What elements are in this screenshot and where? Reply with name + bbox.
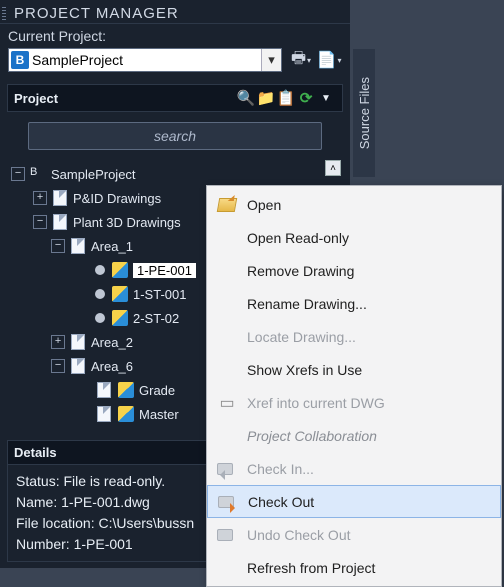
undo-checkout-icon: [207, 526, 247, 544]
panel-grip[interactable]: [2, 7, 6, 21]
menu-locate-drawing: Locate Drawing...: [207, 320, 501, 353]
file-icon: [69, 357, 87, 375]
checkout-icon: [208, 493, 248, 511]
tree-label: Master: [139, 407, 179, 422]
search-icon[interactable]: 🔍: [236, 89, 256, 107]
menu-section-collab: Project Collaboration: [207, 419, 501, 452]
tree-label: Area_1: [91, 239, 133, 254]
tree-label: P&ID Drawings: [73, 191, 161, 206]
project-icon: B: [29, 165, 47, 183]
chevron-down-icon[interactable]: ▾: [261, 49, 281, 71]
menu-check-in: Check In...: [207, 452, 501, 485]
menu-undo-checkout: Undo Check Out: [207, 518, 501, 551]
file-icon: [69, 333, 87, 351]
current-project-label: Current Project:: [0, 24, 350, 46]
context-menu: Open Open Read-only Remove Drawing Renam…: [206, 185, 502, 587]
menu-check-out[interactable]: Check Out: [207, 485, 501, 518]
checkin-icon: [207, 460, 247, 478]
project-name: SampleProject: [31, 52, 261, 68]
collapse-icon[interactable]: −: [51, 239, 65, 253]
tree-label: Area_6: [91, 359, 133, 374]
chevron-down-icon[interactable]: ▼: [316, 93, 336, 104]
file-icon: [51, 189, 69, 207]
tree-label: 1-PE-001: [133, 263, 196, 278]
tree-label: 1-ST-001: [133, 287, 186, 302]
expand-icon[interactable]: +: [33, 191, 47, 205]
menu-rename-drawing[interactable]: Rename Drawing...: [207, 287, 501, 320]
menu-open[interactable]: Open: [207, 188, 501, 221]
search-input[interactable]: search: [28, 122, 322, 150]
folder-icon[interactable]: 📁: [256, 89, 276, 107]
project-dropdown[interactable]: B SampleProject ▾: [8, 48, 282, 72]
tree-root[interactable]: − B SampleProject: [11, 162, 343, 186]
status-dot-icon: [95, 313, 105, 323]
copy-button[interactable]: 📄▾: [316, 48, 342, 72]
status-dot-icon: [95, 289, 105, 299]
source-files-label: Source Files: [357, 77, 372, 149]
expand-icon[interactable]: +: [51, 335, 65, 349]
collapse-icon[interactable]: −: [11, 167, 25, 181]
file-icon: [69, 237, 87, 255]
menu-open-readonly[interactable]: Open Read-only: [207, 221, 501, 254]
collapse-icon[interactable]: −: [51, 359, 65, 373]
project-selector-row: B SampleProject ▾ 🖶▾ 📄▾: [0, 46, 350, 78]
menu-xref-into-dwg: ▭ Xref into current DWG: [207, 386, 501, 419]
panel-title: PROJECT MANAGER: [0, 0, 350, 24]
open-icon: [207, 198, 247, 212]
clipboard-icon[interactable]: 📋: [276, 89, 296, 107]
tree-label: Grade: [139, 383, 175, 398]
drawing-icon: [111, 261, 129, 279]
file-icon: [95, 405, 113, 423]
drawing-icon: [111, 285, 129, 303]
drawing-icon: [117, 405, 135, 423]
tree-label: Plant 3D Drawings: [73, 215, 181, 230]
project-section-header: Project 🔍 📁 📋 ⟳ ▼: [7, 84, 343, 112]
search-placeholder: search: [154, 128, 196, 144]
collapse-icon[interactable]: −: [33, 215, 47, 229]
drawing-icon: [111, 309, 129, 327]
xref-icon: ▭: [207, 393, 247, 413]
print-button[interactable]: 🖶▾: [288, 48, 314, 72]
menu-remove-drawing[interactable]: Remove Drawing: [207, 254, 501, 287]
tree-label: Area_2: [91, 335, 133, 350]
tree-label: 2-ST-02: [133, 311, 179, 326]
source-files-tab[interactable]: Source Files: [352, 48, 376, 178]
file-icon: [51, 213, 69, 231]
menu-show-xrefs[interactable]: Show Xrefs in Use: [207, 353, 501, 386]
project-section-label: Project: [14, 91, 58, 106]
details-label: Details: [14, 445, 57, 460]
status-dot-icon: [95, 265, 105, 275]
project-toolbar: 🖶▾ 📄▾: [288, 48, 342, 72]
refresh-icon[interactable]: ⟳: [296, 89, 316, 107]
file-icon: [95, 381, 113, 399]
project-icon: B: [11, 51, 29, 69]
drawing-icon: [117, 381, 135, 399]
scroll-up-button[interactable]: ˄: [325, 160, 341, 176]
tree-label: SampleProject: [51, 167, 136, 182]
